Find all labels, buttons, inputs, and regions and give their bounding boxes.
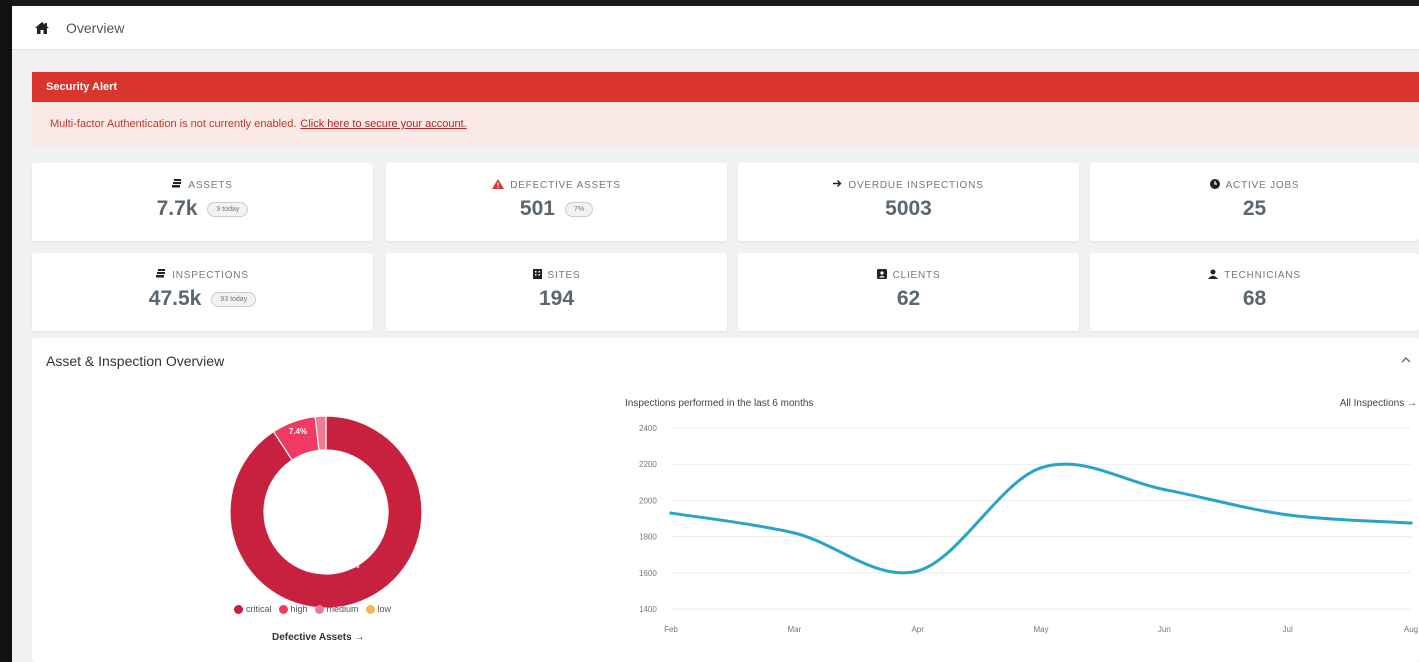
breadcrumb-current[interactable]: Overview <box>66 20 124 36</box>
x-tick-label: Apr <box>911 625 924 634</box>
stack-icon <box>172 179 182 191</box>
stat-value: 68 <box>1242 287 1267 310</box>
stat-value: 62 <box>896 287 921 310</box>
legend-item-high[interactable]: high <box>278 604 308 614</box>
warning-icon <box>492 179 505 192</box>
x-tick-label: Feb <box>664 625 678 634</box>
defective-assets-link[interactable]: Defective Assets → <box>272 632 364 643</box>
x-tick-label: Jul <box>1283 625 1293 634</box>
x-tick-label: Mar <box>787 625 801 634</box>
stat-card-active-jobs[interactable]: ACTIVE JOBS 25 <box>1090 163 1419 241</box>
stat-card-assets[interactable]: ASSETS 7.7k 9 today <box>32 163 373 241</box>
stat-label: TECHNICIANS <box>1224 270 1301 281</box>
legend-item-low[interactable]: low <box>365 604 392 614</box>
stat-value: 194 <box>538 287 575 310</box>
arrow-right-icon <box>833 179 842 191</box>
y-tick-label: 1800 <box>639 533 657 542</box>
legend-dot <box>234 604 243 614</box>
stat-label: ASSETS <box>188 179 233 191</box>
y-tick-label: 1600 <box>639 569 657 578</box>
alert-title: Security Alert <box>32 72 1419 102</box>
x-tick-label: Jun <box>1158 625 1171 634</box>
legend-label: medium <box>326 604 359 614</box>
stat-label: INSPECTIONS <box>172 269 249 281</box>
donut-label-high: 7.4% <box>289 427 307 436</box>
building-icon <box>532 269 542 282</box>
stat-value: 25 <box>1242 197 1267 220</box>
secure-account-link[interactable]: Click here to secure your account. <box>300 118 466 130</box>
data-point <box>1039 466 1043 470</box>
breadcrumb: Overview <box>12 6 1419 50</box>
legend-dot <box>314 604 324 614</box>
y-tick-label: 2000 <box>639 496 657 505</box>
legend-item-medium[interactable]: medium <box>314 604 359 614</box>
stat-card-sites[interactable]: SITES 194 <box>386 253 727 331</box>
stat-card-inspections[interactable]: INSPECTIONS 47.5k 93 today <box>32 253 373 331</box>
x-tick-label: Aug <box>1404 625 1418 634</box>
y-tick-label: 2400 <box>639 424 657 433</box>
stat-card-defective-assets[interactable]: DEFECTIVE ASSETS 501 7% <box>386 163 727 241</box>
stack-icon <box>156 269 166 281</box>
data-point <box>792 531 796 535</box>
donut-label-critical: 90.8% <box>337 561 360 570</box>
alert-body: Multi-factor Authentication is not curre… <box>32 102 1419 146</box>
home-icon[interactable] <box>34 21 50 35</box>
security-alert: Security Alert Multi-factor Authenticati… <box>32 72 1419 146</box>
alert-message: Multi-factor Authentication is not curre… <box>50 118 297 130</box>
clock-icon <box>1209 179 1220 192</box>
stat-pill: 93 today <box>211 291 257 307</box>
stat-card-technicians[interactable]: TECHNICIANS 68 <box>1090 253 1419 331</box>
contact-card-icon <box>876 269 887 282</box>
defective-assets-donut: 90.8% 7.4% <box>228 414 424 610</box>
left-frame <box>0 0 12 662</box>
legend-dot <box>365 604 375 614</box>
data-point <box>1162 487 1166 492</box>
legend-item-critical[interactable]: critical <box>234 604 272 614</box>
legend-label: low <box>377 604 392 614</box>
data-point <box>1409 521 1413 525</box>
stat-value: 47.5k <box>148 287 202 310</box>
user-icon <box>1208 269 1219 282</box>
stat-label: ACTIVE JOBS <box>1225 180 1300 191</box>
legend-label: high <box>290 604 308 614</box>
legend-label: critical <box>246 604 272 614</box>
chart-title: Inspections performed in the last 6 mont… <box>625 398 814 409</box>
chevron-up-icon[interactable] <box>1401 352 1411 366</box>
inspections-line-chart: 1400 1600 1800 2000 2200 2400 Feb Mar Apr May Jun J… <box>625 418 1419 642</box>
x-tick-label: May <box>1033 625 1048 634</box>
stat-value: 501 <box>519 197 555 220</box>
all-inspections-link[interactable]: All Inspections → <box>1340 398 1417 409</box>
stat-pill: 7% <box>564 201 594 217</box>
stat-label: OVERDUE INSPECTIONS <box>848 179 984 191</box>
stat-card-overdue-inspections[interactable]: OVERDUE INSPECTIONS 5003 <box>738 163 1079 241</box>
stat-label: SITES <box>547 270 581 281</box>
data-point <box>916 569 920 573</box>
data-point <box>669 511 673 515</box>
stat-pill: 9 today <box>207 201 249 217</box>
panel-title: Asset & Inspection Overview <box>46 353 225 369</box>
donut-legend: critical high medium low <box>234 604 391 614</box>
app-content: Overview Security Alert Multi-factor Aut… <box>12 6 1419 662</box>
stat-label: DEFECTIVE ASSETS <box>510 180 621 191</box>
stat-card-clients[interactable]: CLIENTS 62 <box>738 253 1079 331</box>
overview-panel: Asset & Inspection Overview 90.8% 7.4% cr… <box>32 338 1419 662</box>
stat-value: 5003 <box>885 197 932 220</box>
y-tick-label: 2200 <box>639 460 657 469</box>
data-point <box>1286 513 1290 517</box>
y-tick-label: 1400 <box>639 605 657 614</box>
stat-label: CLIENTS <box>892 270 941 281</box>
stat-value: 7.7k <box>156 197 198 220</box>
series-line <box>669 462 1413 575</box>
legend-dot <box>278 604 288 614</box>
